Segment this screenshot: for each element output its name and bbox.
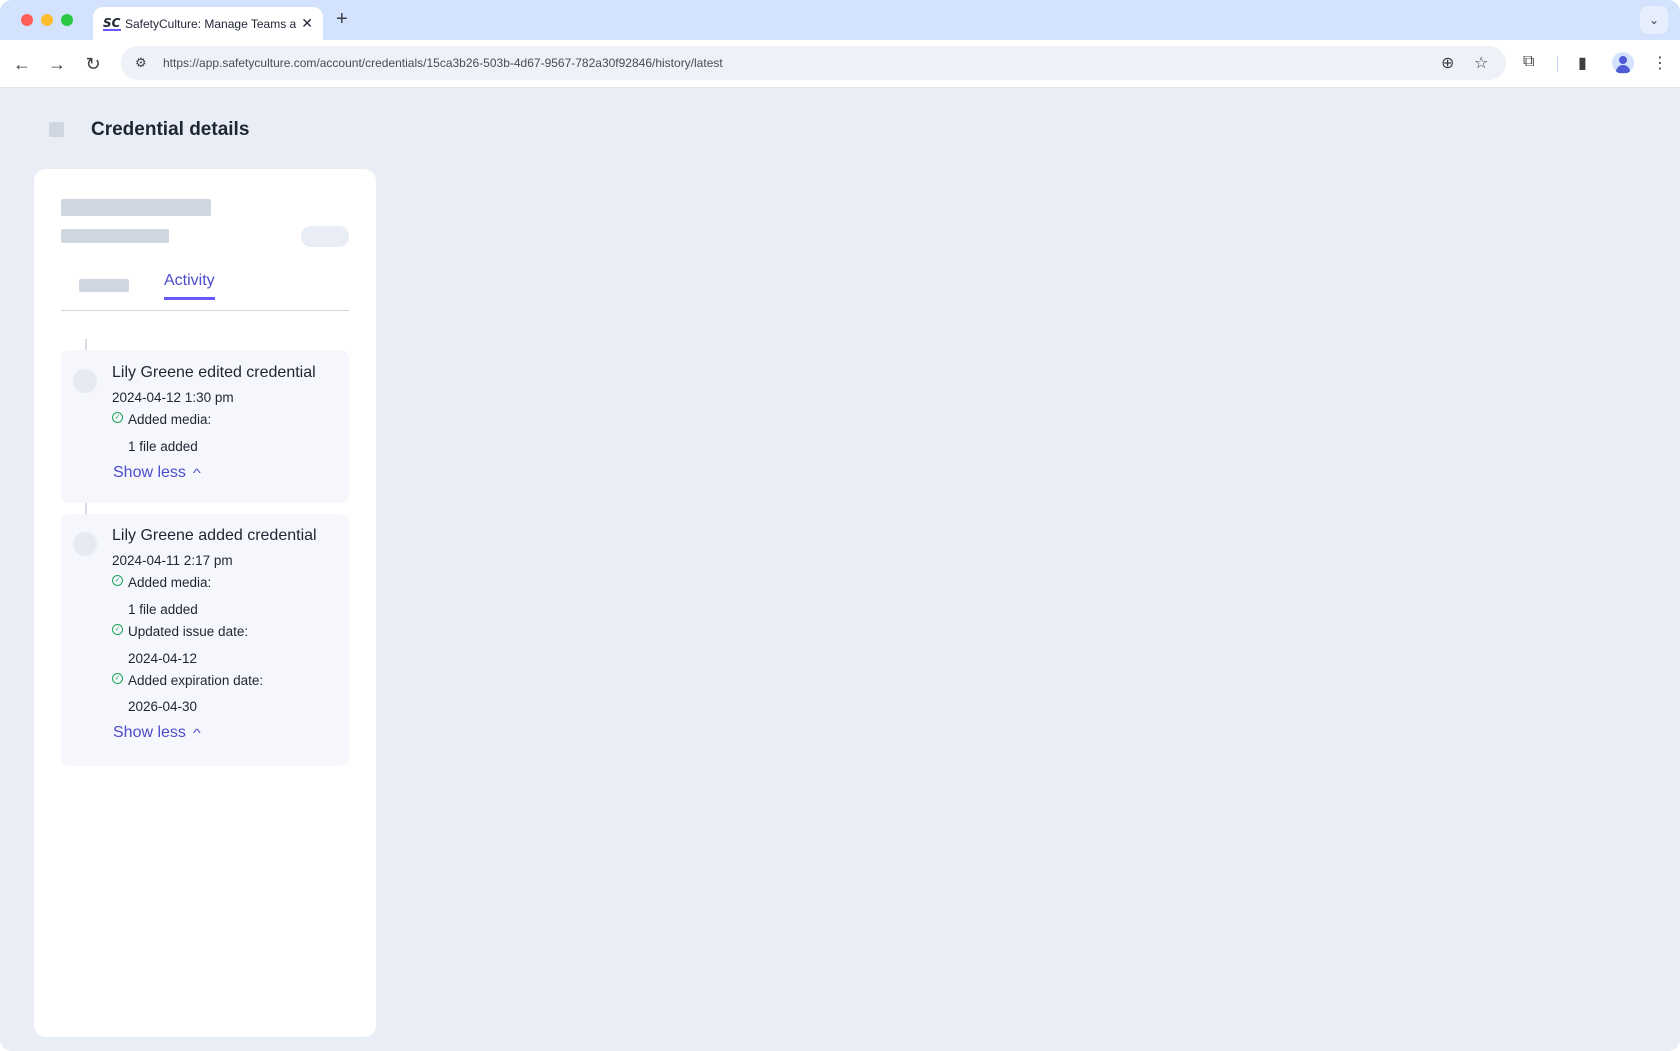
activity-title: Lily Greene added credential [112,527,317,544]
change-value: 2026-04-30 [128,699,198,714]
credential-name-skeleton [61,199,211,216]
status-badge-skeleton [301,226,349,247]
activity-title: Lily Greene edited credential [112,364,316,381]
forward-arrow-icon[interactable]: → [45,52,69,76]
zoom-magnifier-icon[interactable]: ⊕ [1441,53,1454,73]
chevron-up-icon: ^ [192,726,201,740]
chevron-up-icon: ^ [192,466,201,480]
activity-entry: Lily Greene added credential 2024-04-11 … [61,514,349,766]
change-label: ✓ Added media: [112,412,211,427]
change-label-text: Added expiration date: [128,673,264,688]
back-arrow-icon[interactable]: ← [10,52,34,76]
avatar-body [1616,65,1630,73]
activity-timestamp: 2024-04-11 2:17 pm [112,553,233,568]
activity-entry: Lily Greene edited credential 2024-04-12… [61,350,349,503]
check-circle-icon: ✓ [112,673,123,684]
change-value: 1 file added [128,602,198,617]
page-title: Credential details [91,119,250,140]
browser-tab-active[interactable]: SC SafetyCulture: Manage Teams and... ✕ [93,7,323,40]
change-label-text: Updated issue date: [128,624,249,639]
change-label: ✓ Added media: [112,575,211,590]
show-less-label: Show less [113,724,186,741]
bookmark-star-icon[interactable]: ☆ [1474,53,1488,73]
timeline-dot [73,532,97,556]
toolbar-divider [1557,56,1558,72]
change-label-text: Added media: [128,575,212,590]
maximize-window-button[interactable] [61,14,73,26]
detail-tabs: Activity [61,269,349,311]
safetyculture-favicon-icon: SC [103,15,121,31]
change-label: ✓ Updated issue date: [112,624,248,639]
tab-title: SafetyCulture: Manage Teams and... [125,16,297,31]
browser-window: SC SafetyCulture: Manage Teams and... ✕ … [0,0,1680,1051]
browser-menu-kebab-icon[interactable]: ⋮ [1652,53,1668,73]
show-less-button[interactable]: Show less ^ [113,464,201,482]
credential-card: Activity Lily Greene edited credential 2… [34,169,376,1037]
credential-subtitle-skeleton [61,229,169,243]
show-less-label: Show less [113,464,186,481]
timeline-dot [73,369,97,393]
close-window-button[interactable] [21,14,33,26]
page-content: Credential details Activity Lily Greene … [0,89,1680,1051]
change-label-text: Added media: [128,412,212,427]
tab-activity[interactable]: Activity [164,272,215,300]
avatar-head [1619,56,1627,64]
reload-icon[interactable]: ↻ [81,52,105,76]
browser-toolbar: ← → ↻ ⚙ https://app.safetyculture.com/ac… [0,40,1680,88]
new-tab-button[interactable]: + [336,8,348,31]
side-panel-icon[interactable]: ▮ [1578,53,1587,73]
minimize-window-button[interactable] [41,14,53,26]
tab-search-chevron-icon[interactable]: ⌄ [1640,6,1668,34]
check-circle-icon: ✓ [112,412,123,423]
extensions-puzzle-icon[interactable]: ⧉ [1523,53,1534,71]
address-bar[interactable]: ⚙ https://app.safetyculture.com/account/… [121,46,1506,80]
change-label: ✓ Added expiration date: [112,673,263,688]
profile-avatar-icon[interactable] [1612,52,1634,74]
activity-timestamp: 2024-04-12 1:30 pm [112,390,234,405]
change-value: 2024-04-12 [128,651,198,666]
close-tab-icon[interactable]: ✕ [301,15,313,32]
back-button-skeleton[interactable] [49,122,64,137]
change-value: 1 file added [128,439,198,454]
tab-details-skeleton[interactable] [79,279,129,292]
url-text[interactable]: https://app.safetyculture.com/account/cr… [163,56,723,70]
check-circle-icon: ✓ [112,575,123,586]
show-less-button[interactable]: Show less ^ [113,724,201,742]
tab-strip: SC SafetyCulture: Manage Teams and... ✕ … [0,0,1680,40]
check-circle-icon: ✓ [112,624,123,635]
site-info-tune-icon[interactable]: ⚙ [135,55,157,71]
